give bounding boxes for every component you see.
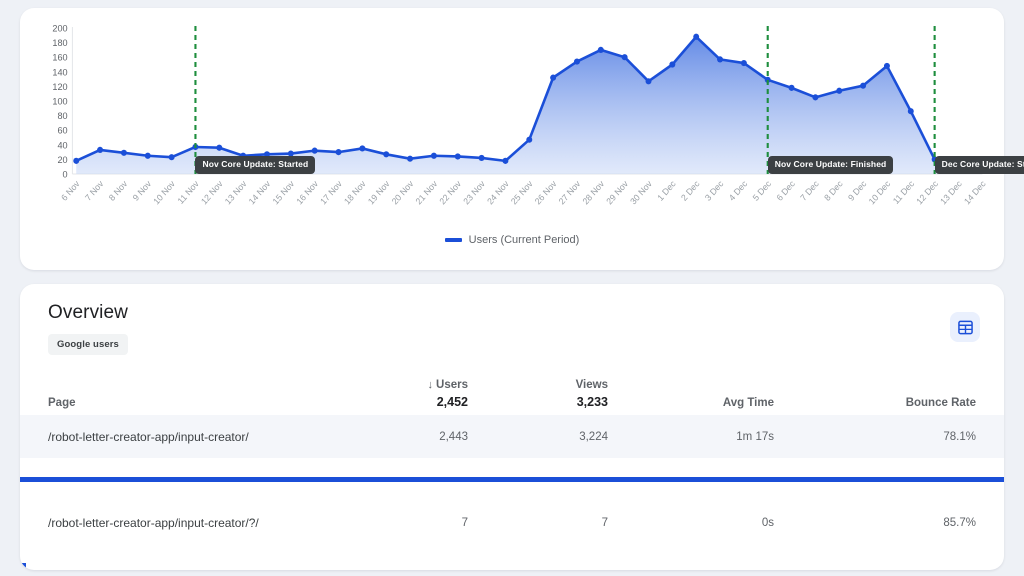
svg-text:11 Dec: 11 Dec	[891, 178, 917, 206]
column-header-views-label: Views	[490, 379, 608, 391]
svg-text:15 Nov: 15 Nov	[271, 178, 297, 206]
svg-text:140: 140	[52, 67, 67, 77]
svg-text:22 Nov: 22 Nov	[437, 178, 463, 206]
svg-text:11 Nov: 11 Nov	[176, 178, 202, 206]
cell-bounce-rate: 78.1%	[800, 415, 1004, 458]
svg-text:5 Dec: 5 Dec	[751, 178, 774, 203]
svg-text:1 Dec: 1 Dec	[655, 178, 678, 203]
cell-views: 7	[490, 501, 630, 544]
pages-overview-table: Page ↓Users 2,452 Views 3,233 Avg Time	[20, 379, 1004, 570]
svg-text:24 Nov: 24 Nov	[485, 178, 511, 206]
svg-text:27 Nov: 27 Nov	[557, 178, 583, 206]
svg-text:28 Nov: 28 Nov	[581, 178, 607, 206]
svg-text:180: 180	[52, 38, 67, 48]
svg-text:10 Dec: 10 Dec	[867, 178, 893, 206]
svg-text:18 Nov: 18 Nov	[342, 178, 368, 206]
svg-text:2 Dec: 2 Dec	[679, 178, 702, 203]
cell-page: /robot-letter-creator-app/input-creator/	[20, 415, 360, 458]
cell-avg-time: 0s	[630, 501, 800, 544]
row-usage-bar-cell	[20, 458, 1004, 501]
cell-avg-time: 1m 17s	[630, 415, 800, 458]
svg-text:12 Dec: 12 Dec	[914, 178, 940, 206]
bar-track	[20, 477, 1004, 482]
column-header-page[interactable]: Page	[20, 379, 360, 415]
svg-text:40: 40	[57, 140, 67, 150]
svg-text:23 Nov: 23 Nov	[461, 178, 487, 206]
chart-annotation-label: Nov Core Update: Finished	[768, 156, 894, 174]
svg-text:25 Nov: 25 Nov	[509, 178, 535, 206]
table-row[interactable]: /robot-letter-creator-app/input-creator/…	[20, 501, 1004, 544]
svg-text:17 Nov: 17 Nov	[318, 178, 344, 206]
table-body: /robot-letter-creator-app/input-creator/…	[20, 415, 1004, 570]
svg-text:80: 80	[57, 111, 67, 121]
bar-track	[20, 563, 1004, 568]
svg-text:20 Nov: 20 Nov	[390, 178, 416, 206]
svg-text:6 Nov: 6 Nov	[59, 178, 82, 203]
column-header-users[interactable]: ↓Users 2,452	[360, 379, 490, 415]
row-usage-bar	[20, 544, 1004, 570]
column-header-views[interactable]: Views 3,233	[490, 379, 630, 415]
column-header-avg-time[interactable]: Avg Time	[630, 379, 800, 415]
svg-text:160: 160	[52, 53, 67, 63]
svg-text:6 Dec: 6 Dec	[774, 178, 797, 203]
cell-bounce-rate: 85.7%	[800, 501, 1004, 544]
svg-text:120: 120	[52, 82, 67, 92]
svg-text:13 Nov: 13 Nov	[223, 178, 249, 206]
overview-card: Overview Google users Page	[20, 284, 1004, 570]
column-total-views: 3,233	[490, 395, 608, 409]
overview-header: Overview Google users	[20, 302, 1004, 355]
svg-text:8 Nov: 8 Nov	[107, 178, 130, 203]
bar-fill	[20, 563, 26, 568]
legend-swatch-users	[445, 238, 462, 242]
svg-text:100: 100	[52, 96, 67, 106]
svg-text:9 Nov: 9 Nov	[131, 178, 154, 203]
svg-text:8 Dec: 8 Dec	[822, 178, 845, 203]
svg-text:13 Dec: 13 Dec	[938, 178, 964, 206]
svg-text:20: 20	[57, 155, 67, 165]
users-chart-card: 0 20 40 60 80 100 120 140 160 180 200 6 Nov7 Nov8 N…	[20, 8, 1004, 270]
svg-text:30 Nov: 30 Nov	[628, 178, 654, 206]
page-title: Overview	[48, 302, 976, 324]
svg-text:3 Dec: 3 Dec	[703, 178, 726, 203]
svg-text:19 Nov: 19 Nov	[366, 178, 392, 206]
cell-page: /robot-letter-creator-app/input-creator/…	[20, 501, 360, 544]
svg-text:4 Dec: 4 Dec	[727, 178, 750, 203]
svg-text:21 Nov: 21 Nov	[414, 178, 440, 206]
column-header-users-label: Users	[436, 379, 468, 391]
table-header: Page ↓Users 2,452 Views 3,233 Avg Time	[20, 379, 1004, 415]
svg-text:7 Dec: 7 Dec	[798, 178, 821, 203]
table-grid-icon-glyph	[958, 320, 973, 335]
svg-text:29 Nov: 29 Nov	[604, 178, 630, 206]
table-row[interactable]: /robot-letter-creator-app/input-creator/…	[20, 415, 1004, 458]
svg-text:16 Nov: 16 Nov	[294, 178, 320, 206]
svg-text:14 Dec: 14 Dec	[962, 178, 988, 206]
row-usage-bar-cell	[20, 544, 1004, 570]
svg-text:200: 200	[52, 23, 67, 33]
svg-text:9 Dec: 9 Dec	[846, 178, 869, 203]
table-grid-icon[interactable]	[950, 312, 980, 342]
bar-fill	[20, 477, 1004, 482]
chart-plot-area[interactable]: 0 20 40 60 80 100 120 140 160 180 200 6 Nov7 Nov8 N…	[34, 18, 990, 236]
cell-users: 2,443	[360, 415, 490, 458]
row-usage-bar	[20, 458, 1004, 501]
status-badge-google-users: Google users	[48, 334, 128, 355]
svg-text:7 Nov: 7 Nov	[83, 178, 106, 203]
svg-text:26 Nov: 26 Nov	[533, 178, 559, 206]
cell-users: 7	[360, 501, 490, 544]
column-total-users: 2,452	[360, 395, 468, 409]
svg-text:14 Nov: 14 Nov	[247, 178, 273, 206]
users-area-chart[interactable]: 0 20 40 60 80 100 120 140 160 180 200 6 Nov7 Nov8 N…	[34, 18, 990, 236]
svg-text:60: 60	[57, 126, 67, 136]
svg-text:10 Nov: 10 Nov	[151, 178, 177, 206]
chart-annotation-label: Nov Core Update: Started	[195, 156, 315, 174]
chart-annotation-label: Dec Core Update: Started	[935, 156, 1024, 174]
svg-text:12 Nov: 12 Nov	[199, 178, 225, 206]
svg-text:0: 0	[63, 169, 68, 179]
dashboard-page: 0 20 40 60 80 100 120 140 160 180 200 6 Nov7 Nov8 N…	[0, 0, 1024, 576]
cell-views: 3,224	[490, 415, 630, 458]
column-header-bounce-rate[interactable]: Bounce Rate	[800, 379, 1004, 415]
sort-descending-icon: ↓	[428, 379, 434, 391]
table-header-row: Page ↓Users 2,452 Views 3,233 Avg Time	[20, 379, 1004, 415]
